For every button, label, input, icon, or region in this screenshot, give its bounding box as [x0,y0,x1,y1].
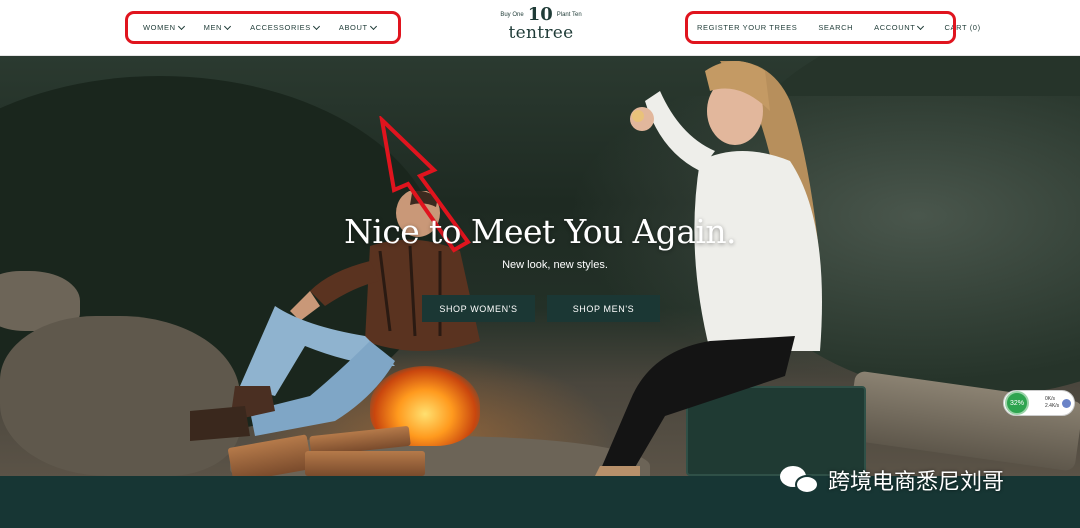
hero-banner: Nice to Meet You Again. New look, new st… [0,56,1080,476]
network-speed-widget[interactable]: 32% 0K/s 2.4K/s [1003,390,1075,416]
chevron-down-icon [224,22,232,30]
nav-accessories[interactable]: ACCESSORIES [250,22,320,32]
speed-down: 2.4K/s [1045,403,1060,409]
firewood-log [305,451,425,476]
logo-plant-ten: Plant Ten [556,12,582,18]
logo-buy-one: Buy One [500,12,524,18]
chevron-down-icon [917,22,925,30]
chevron-down-icon [312,22,320,30]
widget-icon [1062,398,1072,408]
watermark-text: 跨境电商悉尼刘哥 [828,470,1005,495]
speed-up: 0K/s [1045,396,1056,402]
hero-subtitle: New look, new styles. [502,259,608,271]
nav-women[interactable]: WOMEN [143,22,185,32]
logo-wordmark: tentree [508,23,574,43]
nav-account-label: ACCOUNT [874,23,916,32]
nav-accessories-label: ACCESSORIES [250,23,311,32]
primary-nav: WOMEN MEN ACCESSORIES ABOUT [125,11,401,44]
hero-title: Nice to Meet You Again. [344,212,736,251]
site-header: WOMEN MEN ACCESSORIES ABOUT Buy One 10 P… [0,0,1080,56]
nav-search[interactable]: SEARCH [818,23,853,32]
nav-cart[interactable]: CART (0) [944,23,980,32]
tentree-logo[interactable]: Buy One 10 Plant Ten tentree [494,6,588,48]
logo-ten: 10 [527,4,553,25]
nav-register-trees[interactable]: REGISTER YOUR TREES [697,23,797,32]
chevron-down-icon [369,22,377,30]
nav-account[interactable]: ACCOUNT [874,22,925,32]
watermark: 跨境电商悉尼刘哥 [780,462,1004,498]
nav-women-label: WOMEN [143,23,176,32]
speed-readout: 0K/s 2.4K/s [1045,396,1059,410]
nav-about[interactable]: ABOUT [338,22,377,32]
nav-about-label: ABOUT [338,23,368,32]
nav-men[interactable]: MEN [203,22,232,32]
shop-womens-button[interactable]: SHOP WOMEN'S [422,295,535,322]
shop-mens-button[interactable]: SHOP MEN'S [547,295,660,322]
utility-nav: REGISTER YOUR TREES SEARCH ACCOUNT CART … [685,11,980,44]
speed-percent: 32% [1005,391,1029,415]
chevron-down-icon [177,22,185,30]
wechat-icon [780,464,822,496]
nav-men-label: MEN [203,23,223,32]
